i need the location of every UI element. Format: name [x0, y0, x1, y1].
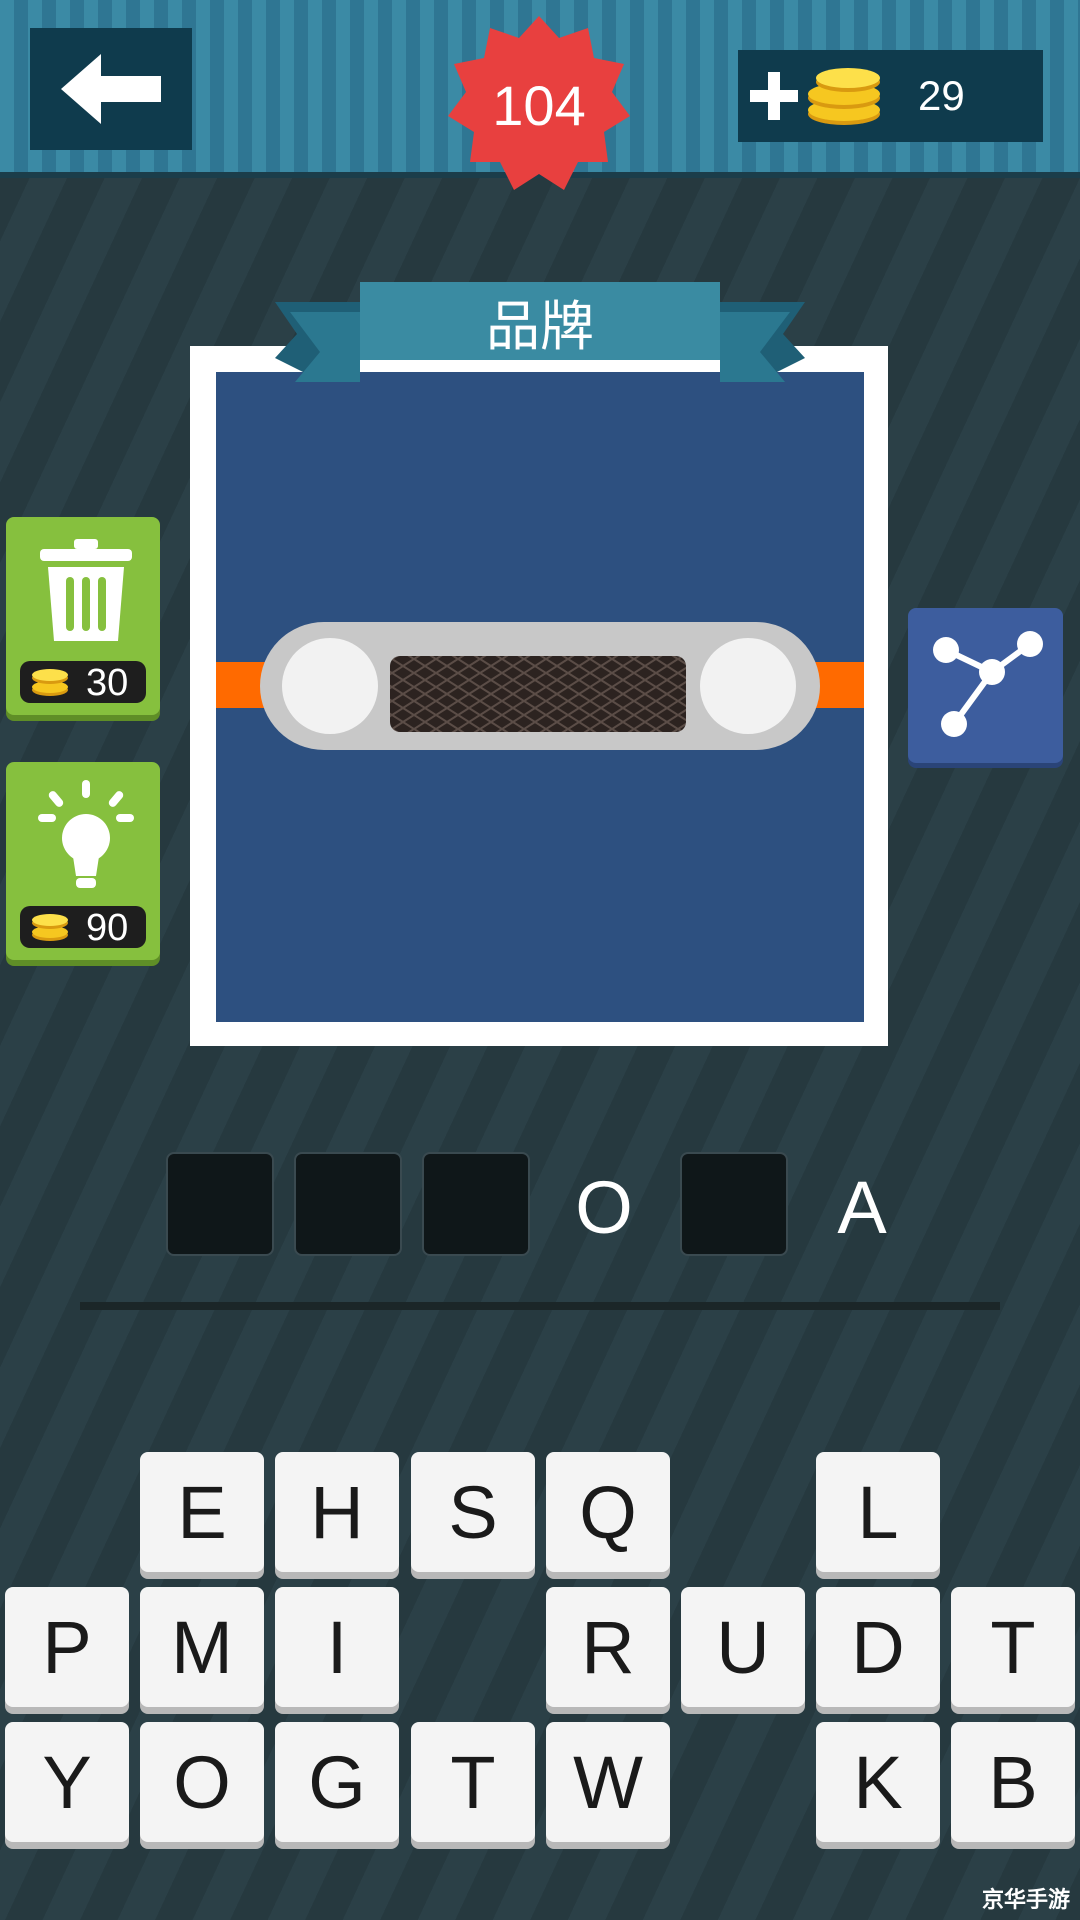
letter-key[interactable]: L	[816, 1452, 940, 1572]
answer-slot[interactable]	[166, 1152, 274, 1256]
letter-key[interactable]: G	[275, 1722, 399, 1842]
coin-balance[interactable]: 29	[738, 50, 1043, 142]
letter-key[interactable]: U	[681, 1587, 805, 1707]
share-icon	[933, 631, 1043, 737]
letter-key[interactable]: E	[140, 1452, 264, 1572]
plus-icon	[750, 72, 798, 120]
letter-key[interactable]: Q	[546, 1452, 670, 1572]
letter-key[interactable]: R	[546, 1587, 670, 1707]
hint-cost-value: 30	[86, 662, 129, 704]
top-bar: 104 29	[0, 0, 1080, 190]
hint-cost: 90	[20, 906, 146, 949]
remove-letters-button[interactable]: 30	[6, 517, 160, 715]
puzzle-image	[216, 372, 864, 1022]
hint-cost-value: 90	[86, 907, 129, 949]
answer-revealed-letter: A	[837, 1165, 887, 1249]
category-label: 品牌	[486, 294, 594, 358]
letter-key[interactable]: T	[411, 1722, 535, 1842]
level-number: 104	[492, 73, 586, 137]
letter-key[interactable]: M	[140, 1587, 264, 1707]
letter-key[interactable]: H	[275, 1452, 399, 1572]
share-button[interactable]	[908, 608, 1063, 763]
coin-stack-icon	[32, 669, 68, 696]
letter-key[interactable]: P	[5, 1587, 129, 1707]
divider	[80, 1302, 1000, 1310]
answer-revealed-letter: O	[575, 1165, 633, 1249]
answer-slot[interactable]	[294, 1152, 402, 1256]
lightbulb-icon	[38, 780, 134, 888]
letter-key[interactable]: D	[816, 1587, 940, 1707]
coin-stack-icon	[32, 914, 68, 941]
letter-key[interactable]: K	[816, 1722, 940, 1842]
answer-slot[interactable]	[680, 1152, 788, 1256]
watermark: 京华手游	[981, 1888, 1070, 1913]
letter-key[interactable]: T	[951, 1587, 1075, 1707]
letter-key[interactable]: B	[951, 1722, 1075, 1842]
letter-key[interactable]: S	[411, 1452, 535, 1572]
letter-key[interactable]: Y	[5, 1722, 129, 1842]
back-button[interactable]	[30, 28, 192, 150]
hint-cost: 30	[20, 661, 146, 704]
letter-key[interactable]: I	[275, 1587, 399, 1707]
letter-key[interactable]: O	[140, 1722, 264, 1842]
letter-key[interactable]: W	[546, 1722, 670, 1842]
reveal-letter-button[interactable]: 90	[6, 762, 160, 960]
coin-count: 29	[918, 72, 965, 119]
arrow-left-icon	[61, 54, 161, 124]
answer-slot[interactable]	[422, 1152, 530, 1256]
car-grille-logo	[216, 622, 864, 750]
coin-stack-icon	[808, 68, 880, 125]
level-badge: 104	[448, 14, 630, 196]
trash-icon	[40, 539, 132, 641]
